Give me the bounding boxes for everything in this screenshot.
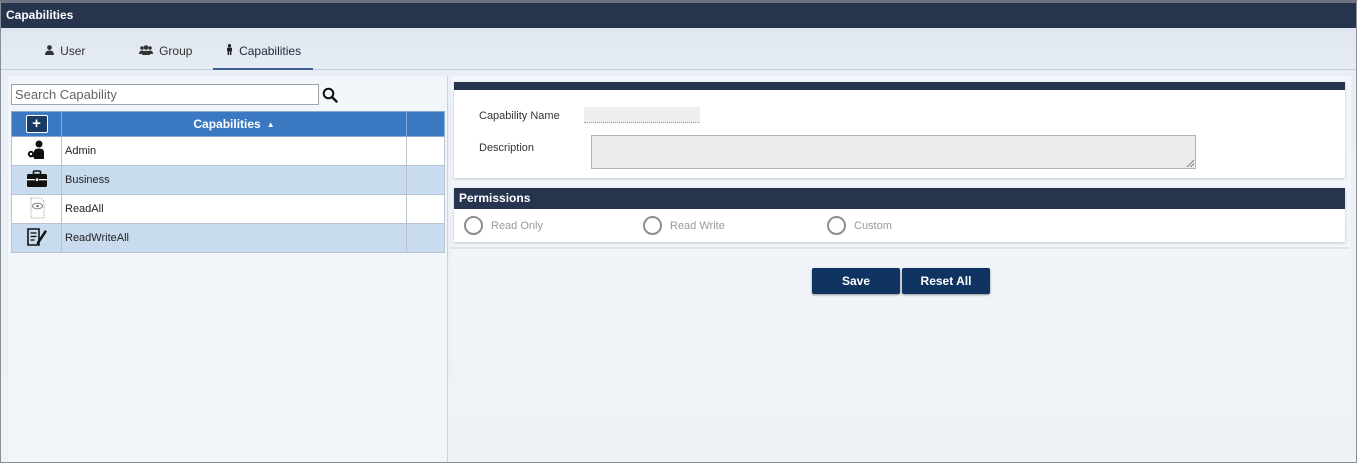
briefcase-icon [26,169,47,187]
capability-name: Business [61,165,407,195]
capability-details-card: Capability Name Description [454,82,1345,178]
description-textarea[interactable] [591,135,1196,169]
card-header-bar [454,82,1345,90]
capabilities-list-panel: + Capabilities ▲ [8,76,448,462]
radio-label: Custom [854,219,892,232]
table-row[interactable]: ReadWriteAll [11,223,445,253]
radio-circle[interactable] [827,216,846,235]
reset-all-button[interactable]: Reset All [902,268,990,294]
permissions-title: Permissions [454,188,1345,209]
save-button[interactable]: Save [812,268,900,294]
radio-circle[interactable] [464,216,483,235]
eye-document-icon [30,197,44,218]
tab-group[interactable]: Group [139,28,192,70]
radio-read-only[interactable]: Read Only [464,216,543,235]
tab-capabilities[interactable]: Capabilities [226,28,301,70]
radio-custom[interactable]: Custom [827,216,892,235]
capability-name: Admin [61,136,407,166]
search-input[interactable] [11,84,319,105]
capability-name-field[interactable] [584,107,700,123]
description-label: Description [479,142,535,154]
tab-user[interactable]: User [45,28,85,70]
radio-label: Read Only [491,219,543,232]
admin-icon [27,140,44,159]
edit-document-icon [26,227,47,246]
table-row[interactable]: Business [11,165,445,195]
table-row[interactable]: Admin [11,136,445,166]
radio-label: Read Write [670,219,725,232]
capabilities-grid: + Capabilities ▲ Admin Business ReadAll … [11,111,445,253]
person-icon [226,44,236,58]
window-title: Capabilities [1,3,1356,28]
active-tab-indicator [213,68,313,70]
capabilities-window: Capabilities User Group Capabilities Sea… [0,0,1357,463]
search-icon[interactable] [322,87,338,103]
resize-handle-icon[interactable] [1186,159,1194,167]
divider [451,247,1349,249]
capability-name-label: Capability Name [479,110,560,122]
capabilities-header-label: Capabilities [193,117,261,131]
capability-detail-panel: Capability Name Description Permissions … [451,76,1351,462]
capabilities-column-header[interactable]: Capabilities ▲ [61,111,407,137]
user-icon [45,45,57,58]
group-icon [139,45,156,58]
capability-name: ReadWriteAll [61,223,407,253]
tab-bar: User Group Capabilities [1,28,1356,70]
add-column-header: + [11,111,62,137]
capability-name: ReadAll [61,194,407,224]
extra-column-header [406,111,445,137]
radio-read-write[interactable]: Read Write [643,216,725,235]
table-row[interactable]: ReadAll [11,194,445,224]
search-bar [11,84,338,105]
tab-group-label: Group [159,44,193,58]
tab-user-label: User [60,44,86,58]
tab-capabilities-label: Capabilities [239,44,302,58]
radio-circle[interactable] [643,216,662,235]
permissions-card: Permissions Read Only Read Write Custom [454,188,1345,242]
sort-ascending-icon: ▲ [266,120,275,129]
add-capability-button[interactable]: + [25,115,48,133]
